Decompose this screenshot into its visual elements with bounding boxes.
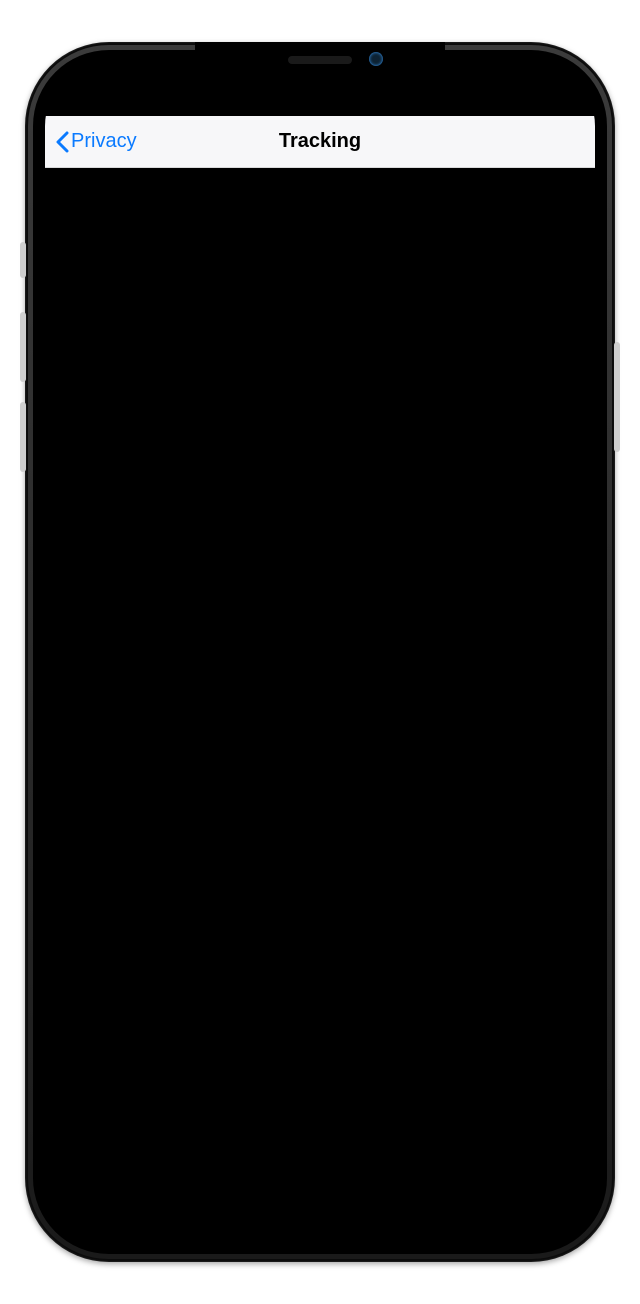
allow-tracking-toggle[interactable] bbox=[519, 223, 577, 257]
wifi-icon bbox=[512, 80, 532, 99]
app-row: App App bbox=[45, 337, 595, 393]
app-icon: App bbox=[63, 347, 99, 383]
learn-more-link[interactable]: Learn more… bbox=[165, 302, 263, 319]
home-indicator[interactable] bbox=[240, 1226, 400, 1232]
cellular-icon bbox=[485, 80, 505, 98]
screen: 9:41 bbox=[45, 62, 595, 1242]
silence-switch bbox=[20, 242, 26, 278]
section-gap bbox=[45, 168, 595, 212]
allow-tracking-footer: Allow apps to ask to track your activity… bbox=[45, 268, 595, 337]
back-button[interactable]: Privacy bbox=[55, 130, 137, 153]
content: Allow Apps to Request to Track Allow app… bbox=[45, 168, 595, 1242]
status-indicators bbox=[485, 80, 567, 99]
status-time: 9:41 bbox=[79, 78, 116, 100]
speaker bbox=[288, 56, 352, 64]
footer-text: Allow apps to ask to track your activity… bbox=[63, 280, 550, 319]
volume-down-button bbox=[20, 402, 26, 472]
app-tracking-toggle[interactable] bbox=[519, 348, 577, 382]
phone-frame: 9:41 bbox=[25, 42, 615, 1262]
app-name-label: App bbox=[113, 354, 519, 377]
back-label: Privacy bbox=[71, 130, 137, 153]
allow-tracking-label: Allow Apps to Request to Track bbox=[63, 229, 519, 252]
nav-bar: Privacy Tracking bbox=[45, 116, 595, 168]
volume-up-button bbox=[20, 312, 26, 382]
front-camera bbox=[369, 52, 383, 66]
notch bbox=[195, 42, 445, 78]
chevron-left-icon bbox=[55, 131, 69, 153]
stage: 9:41 bbox=[0, 0, 640, 1304]
allow-tracking-cell: Allow Apps to Request to Track bbox=[45, 212, 595, 268]
app-list: App App bbox=[45, 337, 595, 393]
battery-icon bbox=[539, 80, 567, 98]
power-button bbox=[614, 342, 620, 452]
